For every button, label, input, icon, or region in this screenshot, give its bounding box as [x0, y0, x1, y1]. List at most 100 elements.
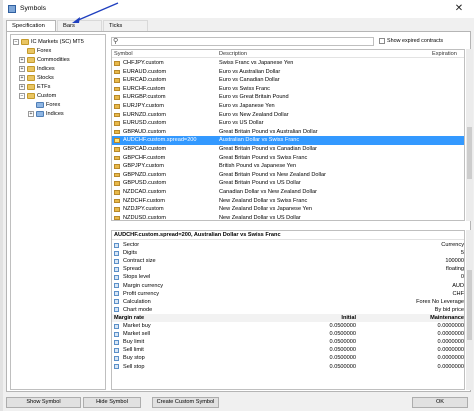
symbol-name: GBPJPY.custom — [123, 163, 164, 170]
symbol-row[interactable]: GBPNZD.custom Great Britain Pound vs New … — [112, 171, 464, 180]
expand-toggle-icon[interactable]: + — [19, 65, 25, 72]
tree-item-custom-indices[interactable]: + Indices — [28, 110, 64, 119]
symbol-row[interactable]: GBPJPY.custom British Pound vs Japanese Y… — [112, 162, 464, 171]
expand-toggle-icon[interactable]: + — [19, 83, 25, 90]
symbol-row[interactable]: GBPCHF.custom Great Britain Pound vs Swis… — [112, 154, 464, 163]
symbol-row[interactable]: EURNZD.custom Euro vs New Zealand Dollar — [112, 111, 464, 120]
symbol-row[interactable]: EURAUD.custom Euro vs Australian Dollar — [112, 68, 464, 77]
initial-column-label: Initial — [341, 314, 356, 321]
symbol-icon — [114, 207, 120, 212]
column-header-description[interactable]: Description — [219, 50, 247, 58]
margin-type: Market sell — [123, 331, 151, 338]
property-name: Chart mode — [123, 306, 153, 313]
tree-item-forex[interactable]: Forex — [19, 47, 51, 56]
show-symbol-button[interactable]: Show Symbol — [6, 397, 81, 408]
property-icon — [114, 299, 119, 305]
scrollbar-thumb[interactable] — [467, 270, 472, 340]
expand-toggle-icon[interactable]: + — [19, 56, 25, 63]
margin-maintenance: 0.0000000 — [437, 339, 464, 346]
create-custom-symbol-button[interactable]: Create Custom Symbol — [152, 397, 219, 408]
folder-icon — [36, 110, 44, 117]
margin-icon — [114, 339, 119, 345]
tree-item-custom[interactable]: − Custom — [19, 92, 56, 101]
symbol-description: Euro vs Australian Dollar — [219, 68, 281, 75]
margin-maintenance: 0.0000000 — [437, 331, 464, 338]
show-expired-toggle[interactable]: Show expired contracts — [379, 37, 443, 46]
tree-root[interactable]: − IC Markets (SC) MT5 — [13, 38, 84, 47]
properties-scrollbar[interactable] — [466, 230, 473, 390]
margin-icon — [114, 364, 119, 369]
folder-icon — [27, 83, 35, 90]
expand-toggle-icon[interactable]: + — [28, 110, 34, 117]
scrollbar-thumb[interactable] — [467, 127, 472, 179]
tree-item-indices[interactable]: + Indices — [19, 65, 55, 74]
symbol-row[interactable]: EURGBP.custom Euro vs Great Britain Pound — [112, 93, 464, 102]
symbol-icon — [114, 95, 120, 100]
symbol-row[interactable]: NZDCAD.custom Canadian Dollar vs New Zeal… — [112, 188, 464, 197]
toggle-spacer — [19, 47, 25, 54]
expand-toggle-icon[interactable]: + — [19, 74, 25, 81]
symbol-icon — [114, 121, 120, 126]
ok-button[interactable]: OK — [412, 397, 468, 408]
close-button[interactable]: ✕ — [450, 1, 468, 16]
folder-icon — [27, 65, 35, 72]
symbol-description: Euro vs Canadian Dollar — [219, 77, 280, 84]
symbol-description: British Pound vs Japanese Yen — [219, 163, 297, 170]
symbol-row[interactable]: NZDUSD.custom New Zealand Dollar vs US Do… — [112, 214, 464, 221]
collapse-toggle-icon[interactable]: − — [13, 38, 19, 45]
tree-item-stocks[interactable]: + Stocks — [19, 74, 54, 83]
search-input[interactable]: ⚲ — [111, 37, 374, 46]
symbol-row[interactable]: GBPCAD.custom Great Britain Pound vs Cana… — [112, 145, 464, 154]
symbol-row[interactable]: NZDJPY.custom New Zealand Dollar vs Japan… — [112, 205, 464, 214]
tree-item-commodities[interactable]: + Commodities — [19, 56, 70, 65]
symbol-name: NZDUSD.custom — [123, 214, 166, 221]
hide-symbol-button[interactable]: Hide Symbol — [83, 397, 141, 408]
symbol-name: EURNZD.custom — [123, 111, 166, 118]
margin-type: Buy stop — [123, 355, 145, 362]
tree-item-etfs[interactable]: + ETFs — [19, 83, 50, 92]
margin-maintenance: 0.0000000 — [437, 355, 464, 362]
property-name: Stops level — [123, 274, 151, 281]
symbol-row[interactable]: GBPUSD.custom Great Britain Pound vs US D… — [112, 179, 464, 188]
symbol-row[interactable]: NZDCHF.custom New Zealand Dollar vs Swiss… — [112, 197, 464, 206]
symbol-row[interactable]: EURCHF.custom Euro vs Swiss Franc — [112, 85, 464, 94]
tree-item-custom-forex[interactable]: Forex — [28, 101, 60, 110]
symbol-name: EURAUD.custom — [123, 68, 167, 75]
margin-icon — [114, 323, 119, 329]
symbol-name: CHFJPY.custom — [123, 60, 164, 66]
symbol-row[interactable]: AUDCHF.custom.spread=200 Australian Dolla… — [112, 136, 464, 145]
property-name: Contract size — [123, 258, 156, 265]
symbols-table-header: Symbol Description Expiration — [112, 50, 464, 58]
symbol-row[interactable]: GBPAUD.custom Great Britain Pound vs Aust… — [112, 128, 464, 137]
symbol-row[interactable]: EURJPY.custom Euro vs Japanese Yen — [112, 102, 464, 111]
property-row: Chart mode By bid price — [112, 306, 464, 314]
symbol-description: Euro vs US Dollar — [219, 120, 264, 127]
symbols-scrollbar[interactable] — [466, 49, 473, 221]
symbol-icon — [114, 215, 120, 220]
symbol-tree[interactable]: − IC Markets (SC) MT5 Forex + Commodities … — [10, 34, 106, 390]
show-expired-checkbox[interactable] — [379, 37, 385, 44]
symbol-icon — [114, 147, 120, 152]
margin-initial: 0.0500000 — [329, 363, 356, 370]
symbols-table: Symbol Description Expiration CHFJPY.cus… — [111, 49, 465, 221]
symbol-description: Canadian Dollar vs New Zealand Dollar — [219, 189, 317, 195]
symbol-row[interactable]: CHFJPY.custom Swiss Franc vs Japanese Yen — [112, 59, 464, 68]
symbol-name: EURUSD.custom — [123, 120, 167, 127]
symbol-name: GBPCHF.custom — [123, 154, 166, 161]
symbol-row[interactable]: EURCAD.custom Euro vs Canadian Dollar — [112, 76, 464, 85]
symbol-icon — [114, 78, 120, 83]
property-value: Currency — [441, 242, 464, 248]
symbol-name: GBPUSD.custom — [123, 180, 167, 187]
margin-type: Sell stop — [123, 363, 145, 370]
collapse-toggle-icon[interactable]: − — [19, 92, 25, 99]
margin-maintenance: 0.0000000 — [437, 363, 464, 370]
symbol-name: EURGBP.custom — [123, 94, 166, 101]
column-header-symbol[interactable]: Symbol — [114, 50, 133, 58]
margin-row: Market sell 0.0500000 0.0000000 — [112, 330, 464, 338]
symbol-name: GBPNZD.custom — [123, 171, 166, 178]
column-header-expiration[interactable]: Expiration — [432, 50, 457, 58]
symbol-row[interactable]: EURUSD.custom Euro vs US Dollar — [112, 119, 464, 128]
symbol-description: Great Britain Pound vs Canadian Dollar — [219, 146, 317, 152]
symbol-icon — [114, 61, 120, 66]
margin-initial: 0.0500000 — [329, 331, 356, 338]
